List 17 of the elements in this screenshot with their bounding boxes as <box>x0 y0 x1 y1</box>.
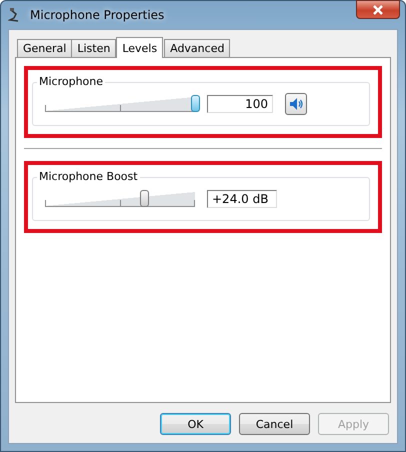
tab[interactable]: Levels <box>116 37 164 58</box>
level-field[interactable]: 100 <box>207 95 273 113</box>
boost-field[interactable]: +24.0 dB <box>207 190 277 208</box>
close-button[interactable] <box>356 0 400 19</box>
group-label: Microphone Boost <box>37 170 140 183</box>
slider-thumb[interactable] <box>190 95 200 112</box>
dialog-button[interactable]: OK <box>160 413 231 435</box>
mute-button[interactable] <box>285 93 307 115</box>
tab[interactable]: Listen <box>71 39 116 57</box>
close-icon <box>372 4 384 14</box>
tab[interactable]: General <box>17 39 72 57</box>
slider-thumb[interactable] <box>140 190 148 207</box>
group-label: Microphone <box>37 75 106 88</box>
dialog-button[interactable]: Cancel <box>239 413 310 435</box>
window-title: Microphone Properties <box>30 8 164 22</box>
speaker-icon <box>289 97 303 111</box>
tab[interactable]: Advanced <box>164 39 230 57</box>
